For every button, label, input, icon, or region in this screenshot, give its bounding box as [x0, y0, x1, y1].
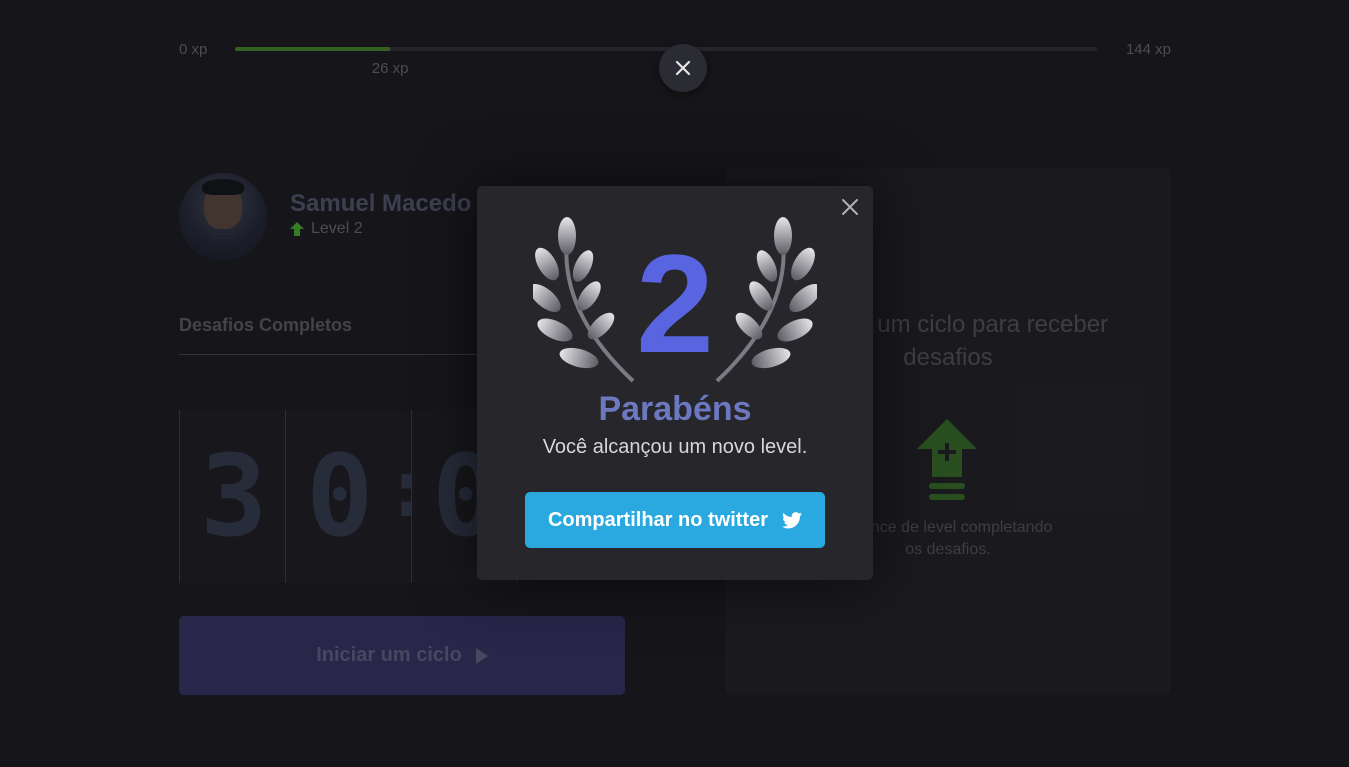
modal-close-button[interactable]: [839, 196, 861, 218]
new-level-number: 2: [636, 225, 714, 382]
share-twitter-label: Compartilhar no twitter: [547, 508, 768, 531]
twitter-icon: [782, 511, 802, 528]
level-up-modal: 2 Parabéns Você alcançou um novo level. …: [477, 186, 873, 580]
page: 0 xp 26 xp 144 xp · · · · · · · · · · · …: [0, 0, 1349, 767]
close-icon: [842, 199, 858, 215]
modal-subtitle: Você alcançou um novo level.: [542, 436, 808, 458]
share-twitter-button[interactable]: Compartilhar no twitter: [525, 492, 825, 548]
modal-title: Parabéns: [598, 390, 752, 428]
